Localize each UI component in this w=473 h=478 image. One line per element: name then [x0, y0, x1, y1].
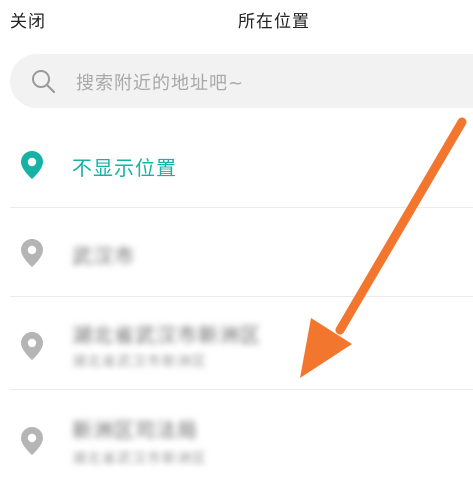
- page-title: 所在位置: [238, 12, 310, 32]
- hide-location-label: 不显示位置: [72, 156, 177, 180]
- location-name: 湖北省武汉市新洲区: [72, 323, 261, 347]
- list-item-location[interactable]: 湖北省武汉市新洲区 湖北省武汉市新洲区: [0, 297, 473, 389]
- location-name: 新洲区司法局: [72, 418, 198, 442]
- location-name: 武汉市: [72, 244, 135, 268]
- location-pin-icon: [21, 239, 43, 267]
- location-pin-icon: [21, 332, 43, 360]
- list-item-location[interactable]: 武汉市: [0, 208, 473, 296]
- location-address: 湖北省武汉市新洲区: [72, 451, 207, 467]
- close-button[interactable]: 关闭: [10, 7, 46, 32]
- header: 关闭 所在位置: [0, 0, 473, 40]
- location-pin-icon: [21, 151, 43, 179]
- location-picker-screen: 关闭 所在位置 搜索附近的地址吧~ 不显示位置 武汉市 湖北省武汉市新洲区 湖北…: [0, 0, 473, 478]
- search-input[interactable]: 搜索附近的地址吧~: [10, 54, 473, 108]
- search-placeholder: 搜索附近的地址吧~: [76, 73, 245, 94]
- list-item-location[interactable]: 新洲区司法局 湖北省武汉市新洲区: [0, 390, 473, 478]
- location-pin-icon: [21, 427, 43, 455]
- list-item-hide-location[interactable]: 不显示位置: [0, 132, 473, 207]
- location-address: 湖北省武汉市新洲区: [72, 354, 207, 370]
- search-icon: [32, 70, 56, 94]
